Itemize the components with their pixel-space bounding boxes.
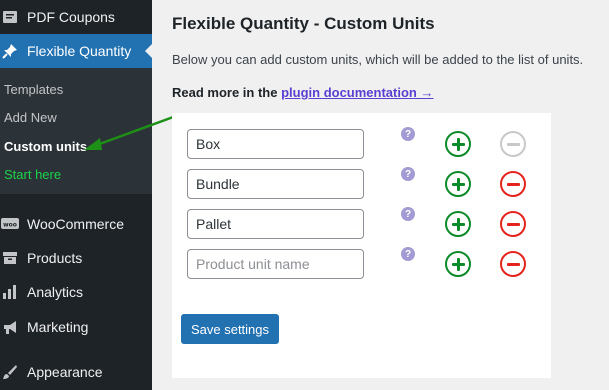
read-more: Read more in the plugin documentation → <box>172 85 433 100</box>
plugin-documentation-link[interactable]: plugin documentation → <box>281 85 433 100</box>
woo-badge-text: woo <box>3 222 17 229</box>
add-unit-button[interactable] <box>445 251 471 277</box>
pin-icon <box>0 41 20 61</box>
submenu-templates[interactable]: Templates <box>4 82 63 97</box>
minus-icon <box>506 142 520 146</box>
help-icon[interactable]: ? <box>401 167 415 181</box>
add-unit-button[interactable] <box>445 211 471 237</box>
remove-unit-button[interactable] <box>500 171 526 197</box>
megaphone-icon <box>0 317 20 337</box>
menu-appearance[interactable]: Appearance <box>0 355 152 389</box>
page-description: Below you can add custom units, which wi… <box>172 52 584 67</box>
menu-flexible-quantity[interactable]: Flexible Quantity <box>0 34 152 68</box>
submenu-custom-units[interactable]: Custom units <box>4 139 87 154</box>
woo-icon: woo <box>0 214 20 234</box>
menu-woocommerce[interactable]: woo WooCommerce <box>0 207 152 241</box>
add-unit-button[interactable] <box>445 131 471 157</box>
read-more-text: Read more in the <box>172 85 278 100</box>
minus-icon <box>506 222 520 226</box>
menu-label: Appearance <box>27 364 103 380</box>
menu-label: WooCommerce <box>27 216 124 232</box>
bar-chart-icon <box>0 282 20 302</box>
main-content: Flexible Quantity - Custom Units Below y… <box>152 0 609 390</box>
submenu-add-new[interactable]: Add New <box>4 110 57 125</box>
submenu-start-here[interactable]: Start here <box>4 167 61 182</box>
help-icon[interactable]: ? <box>401 127 415 141</box>
menu-analytics[interactable]: Analytics <box>0 275 152 309</box>
menu-label: Products <box>27 250 83 266</box>
help-icon[interactable]: ? <box>401 207 415 221</box>
paintbrush-icon <box>0 362 20 382</box>
custom-units-card: ? ? ? ? Save settings <box>172 113 551 378</box>
remove-unit-button[interactable] <box>500 211 526 237</box>
help-icon[interactable]: ? <box>401 247 415 261</box>
menu-label: PDF Coupons <box>27 9 115 25</box>
unit-name-input[interactable] <box>187 169 364 199</box>
menu-label: Flexible Quantity <box>27 43 132 59</box>
coupon-icon <box>0 7 20 27</box>
page-title: Flexible Quantity - Custom Units <box>172 14 435 33</box>
minus-icon <box>506 262 520 266</box>
menu-label: Analytics <box>27 284 84 300</box>
menu-marketing[interactable]: Marketing <box>0 310 152 344</box>
save-settings-button[interactable]: Save settings <box>181 314 279 344</box>
menu-products[interactable]: Products <box>0 241 152 275</box>
remove-unit-button[interactable] <box>500 251 526 277</box>
unit-name-input[interactable] <box>187 249 364 279</box>
minus-icon <box>506 182 520 186</box>
menu-label: Marketing <box>27 319 89 335</box>
unit-name-input[interactable] <box>187 209 364 239</box>
admin-sidebar: PDF Coupons Flexible Quantity Templates … <box>0 0 152 390</box>
add-unit-button[interactable] <box>445 171 471 197</box>
remove-unit-button[interactable] <box>500 131 526 157</box>
menu-pdf-coupons[interactable]: PDF Coupons <box>0 0 152 34</box>
unit-name-input[interactable] <box>187 129 364 159</box>
archive-icon <box>0 248 20 268</box>
